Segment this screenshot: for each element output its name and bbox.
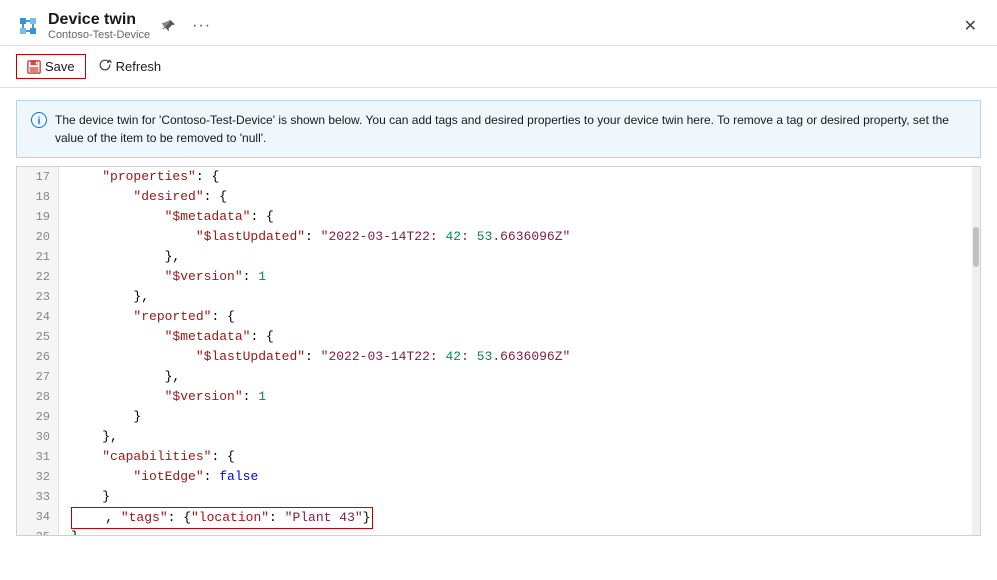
title-bar: Device twin Contoso-Test-Device ··· ✕ xyxy=(0,0,997,46)
close-button[interactable]: ✕ xyxy=(960,14,981,38)
title-text-group: Device twin Contoso-Test-Device xyxy=(48,10,150,41)
table-row: "$version": 1 xyxy=(71,267,980,287)
table-row: "properties": { xyxy=(71,167,980,187)
line-number: 26 xyxy=(17,347,58,367)
code-scroll: 17181920212223242526272829303132333435 "… xyxy=(17,167,980,535)
table-row: } xyxy=(71,487,980,507)
table-row: , "tags": {"location": "Plant 43"} xyxy=(71,507,980,527)
line-number: 22 xyxy=(17,267,58,287)
title-left: Device twin Contoso-Test-Device ··· xyxy=(16,10,215,41)
page-title: Device twin xyxy=(48,10,150,29)
scrollbar-vertical[interactable] xyxy=(972,167,980,535)
line-number: 31 xyxy=(17,447,58,467)
line-numbers: 17181920212223242526272829303132333435 xyxy=(17,167,59,535)
info-icon: i xyxy=(31,112,47,134)
refresh-svg xyxy=(98,58,112,72)
more-button[interactable]: ··· xyxy=(188,15,215,37)
refresh-button[interactable]: Refresh xyxy=(90,54,170,79)
table-row: "reported": { xyxy=(71,307,980,327)
line-number: 19 xyxy=(17,207,58,227)
line-number: 35 xyxy=(17,527,58,535)
table-row: "capabilities": { xyxy=(71,447,980,467)
more-icon: ··· xyxy=(192,17,211,35)
line-number: 33 xyxy=(17,487,58,507)
line-number: 18 xyxy=(17,187,58,207)
scrollbar-thumb[interactable] xyxy=(973,227,979,267)
info-svg: i xyxy=(31,112,47,128)
save-label: Save xyxy=(45,59,75,74)
pin-icon xyxy=(162,19,176,33)
save-icon xyxy=(27,60,41,74)
line-number: 30 xyxy=(17,427,58,447)
line-number: 24 xyxy=(17,307,58,327)
table-row: }, xyxy=(71,287,980,307)
table-row: "$metadata": { xyxy=(71,327,980,347)
table-row: "desired": { xyxy=(71,187,980,207)
line-number: 17 xyxy=(17,167,58,187)
toolbar: Save Refresh xyxy=(0,46,997,88)
highlighted-line: , "tags": {"location": "Plant 43"} xyxy=(71,507,373,529)
refresh-icon xyxy=(98,58,112,75)
table-row: "$lastUpdated": "2022-03-14T22: 42: 53.6… xyxy=(71,347,980,367)
table-row: "$lastUpdated": "2022-03-14T22: 42: 53.6… xyxy=(71,227,980,247)
table-row: }, xyxy=(71,247,980,267)
subtitle: Contoso-Test-Device xyxy=(48,29,150,41)
device-twin-icon xyxy=(16,14,40,38)
info-banner: i The device twin for 'Contoso-Test-Devi… xyxy=(16,100,981,158)
table-row: }, xyxy=(71,367,980,387)
pin-button[interactable] xyxy=(158,17,180,35)
svg-text:i: i xyxy=(38,116,41,127)
line-number: 32 xyxy=(17,467,58,487)
line-number: 25 xyxy=(17,327,58,347)
info-text: The device twin for 'Contoso-Test-Device… xyxy=(55,111,966,147)
line-number: 28 xyxy=(17,387,58,407)
table-row: }, xyxy=(71,427,980,447)
code-content[interactable]: "properties": { "desired": { "$metadata"… xyxy=(59,167,980,535)
line-number: 21 xyxy=(17,247,58,267)
save-button[interactable]: Save xyxy=(16,54,86,79)
line-number: 23 xyxy=(17,287,58,307)
table-row: "$version": 1 xyxy=(71,387,980,407)
refresh-label: Refresh xyxy=(116,59,162,74)
line-number: 20 xyxy=(17,227,58,247)
title-actions: ✕ xyxy=(960,14,981,38)
code-editor[interactable]: 17181920212223242526272829303132333435 "… xyxy=(16,166,981,536)
table-row: "iotEdge": false xyxy=(71,467,980,487)
table-row: "$metadata": { xyxy=(71,207,980,227)
line-number: 29 xyxy=(17,407,58,427)
line-number: 27 xyxy=(17,367,58,387)
table-row: } xyxy=(71,407,980,427)
line-number: 34 xyxy=(17,507,58,527)
